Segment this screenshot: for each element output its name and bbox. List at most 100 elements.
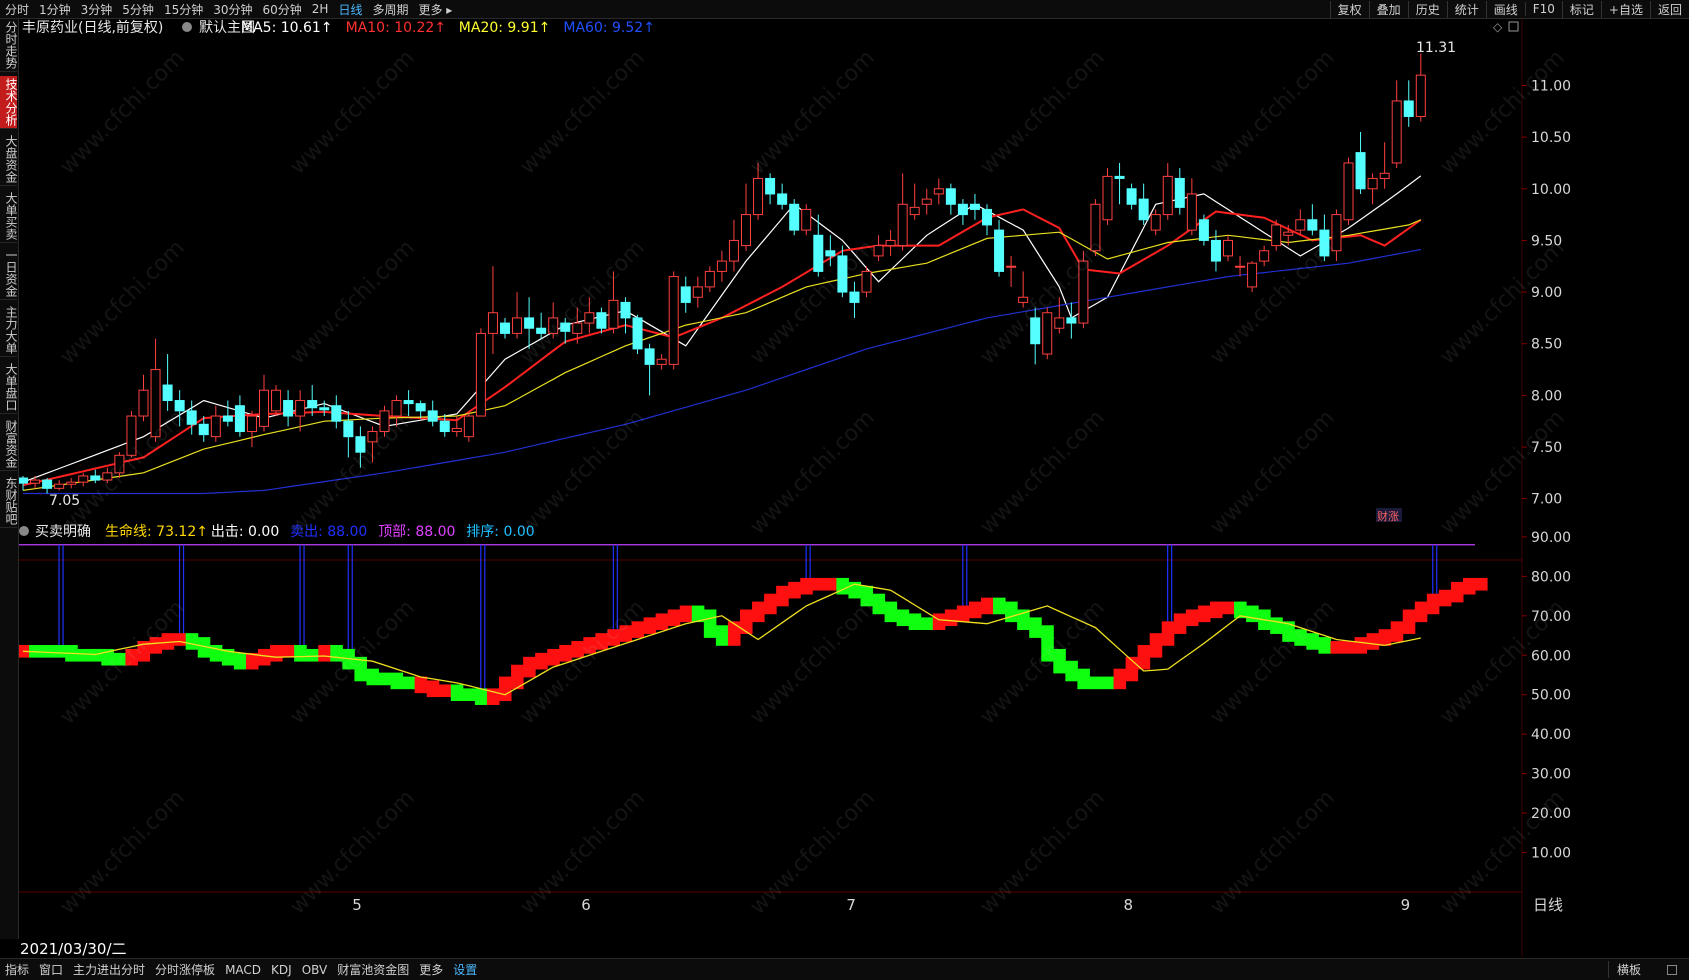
candle-body[interactable] [584,312,595,324]
candle-body[interactable] [897,203,908,247]
indicator-tab-0[interactable]: 指标 [0,961,34,978]
candle-body[interactable] [19,477,28,484]
indicator-tab-5[interactable]: KDJ [266,963,297,977]
candle-body[interactable] [1223,239,1233,257]
candle-body[interactable] [1102,175,1113,221]
candle-body[interactable] [1379,172,1390,179]
indicator-tab-7[interactable]: 财富池资金图 [332,961,414,978]
indicator-tab-3[interactable]: 分时涨停板 [150,961,220,978]
candle-body[interactable] [704,270,715,288]
candle-body[interactable] [500,322,510,334]
candle-body[interactable] [246,415,257,433]
candle-body[interactable] [331,405,342,422]
candle-body[interactable] [789,203,800,231]
toolbar-button-8[interactable]: 返回 [1649,0,1689,18]
candle-body[interactable] [596,312,607,329]
sidebar-item-7[interactable]: 财富资金 [0,418,18,471]
candle-body[interactable] [1247,262,1258,288]
candle-body[interactable] [1355,152,1366,190]
candle-body[interactable] [994,229,1005,272]
diamond-icon[interactable]: ◇ [1493,20,1503,34]
candle-body[interactable] [415,403,426,412]
candle-body[interactable] [259,389,269,427]
sidebar-item-1[interactable]: 技术分析 [0,76,18,129]
candle-body[interactable] [403,400,414,405]
period-tab-3[interactable]: 5分钟 [117,1,159,18]
toolbar-button-2[interactable]: 历史 [1407,0,1447,18]
candle-body[interactable] [174,400,185,412]
candle-body[interactable] [1126,188,1137,205]
candle-body[interactable] [451,427,462,433]
candle-body[interactable] [1162,175,1173,216]
toolbar-button-5[interactable]: F10 [1524,2,1562,16]
toolbar-button-1[interactable]: 叠加 [1368,0,1408,18]
candle-body[interactable] [427,410,438,422]
candle-body[interactable] [1054,317,1065,329]
candle-body[interactable] [620,301,631,319]
candle-body[interactable] [138,389,149,417]
candle-body[interactable] [656,358,667,365]
candle-body[interactable] [644,348,655,365]
sidebar-item-4[interactable]: 一日资金 [0,247,18,300]
candle-body[interactable] [1018,296,1029,303]
candle-body[interactable] [825,250,836,257]
candle-body[interactable] [572,322,583,334]
candle-body[interactable] [728,239,739,262]
news-badge-label[interactable]: 财涨 [1377,509,1399,523]
indicator-tab-1[interactable]: 窗口 [34,961,68,978]
candle-body[interactable] [307,400,318,409]
period-tab-1[interactable]: 1分钟 [34,1,76,18]
candle-body[interactable] [801,208,812,231]
sidebar-item-8[interactable]: 东财贴吧 [0,475,18,528]
candle-body[interactable] [186,410,197,425]
candle-body[interactable] [1114,175,1125,179]
candle-body[interactable] [30,479,41,484]
candle-body[interactable] [1030,317,1041,345]
candle-body[interactable] [1319,229,1330,257]
candle-body[interactable] [379,410,390,433]
candle-body[interactable] [753,177,764,216]
candle-body[interactable] [873,245,884,257]
candle-body[interactable] [271,389,282,412]
candle-body[interactable] [692,286,703,298]
candle-body[interactable] [813,234,824,272]
candle-body[interactable] [560,322,571,332]
period-tab-0[interactable]: 分时 [0,1,34,18]
candle-body[interactable] [1006,265,1017,268]
candle-body[interactable] [1210,239,1221,262]
candlestick-series[interactable] [19,53,1426,494]
template-toggle-icon[interactable] [182,22,192,32]
sidebar-item-5[interactable]: 主力大单 [0,304,18,357]
candle-body[interactable] [1138,198,1149,221]
candle-body[interactable] [608,299,619,329]
period-tab-2[interactable]: 3分钟 [76,1,118,18]
candle-body[interactable] [1307,219,1318,231]
indicator-title[interactable]: 买卖明确 [35,524,91,540]
indicator-tab-6[interactable]: OBV [297,963,333,977]
settings-icon[interactable] [1667,965,1677,975]
candle-body[interactable] [126,415,137,456]
candle-body[interactable] [283,400,294,417]
candle-body[interactable] [475,332,486,417]
candle-body[interactable] [837,255,848,293]
candle-body[interactable] [1042,312,1053,355]
candle-body[interactable] [102,472,113,481]
candle-body[interactable] [933,188,944,195]
candle-body[interactable] [487,312,498,334]
sidebar-item-2[interactable]: 大盘资金 [0,133,18,186]
candle-body[interactable] [1367,177,1378,190]
indicator-tab-9[interactable]: 设置 [448,961,482,978]
stock-chart[interactable]: 7.007.508.008.509.009.5010.0010.5011.00 … [19,19,1689,957]
sidebar-item-3[interactable]: 大单买卖 [0,190,18,243]
sidebar-item-6[interactable]: 大单盘口 [0,361,18,414]
candle-body[interactable] [295,400,306,417]
candle-body[interactable] [1259,250,1270,262]
candle-body[interactable] [861,270,872,293]
candle-body[interactable] [54,483,65,489]
candle-body[interactable] [1186,193,1197,231]
candle-body[interactable] [1271,224,1282,247]
candle-body[interactable] [909,206,920,216]
candle-body[interactable] [78,475,89,483]
candle-body[interactable] [716,260,727,272]
candle-body[interactable] [512,317,523,334]
